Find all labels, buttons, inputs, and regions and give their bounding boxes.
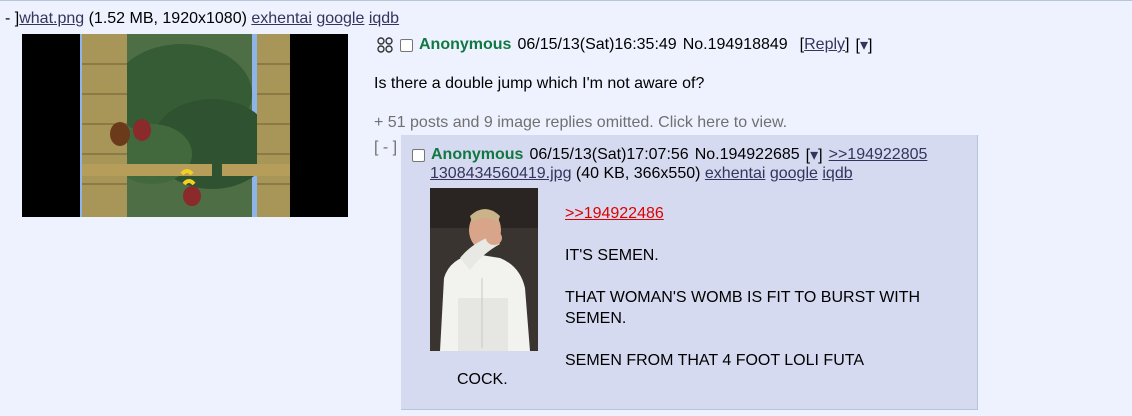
op-iqdb-link[interactable]: iqdb: [369, 10, 399, 27]
reply-select-checkbox[interactable]: [412, 148, 425, 162]
op-file-link[interactable]: what.png: [19, 10, 84, 27]
op-google-link[interactable]: google: [316, 10, 364, 27]
op-file-prefix: - ]: [5, 10, 20, 27]
reply-line-2: THAT WOMAN'S WOMB IS FIT TO BURST WITH S…: [565, 289, 921, 327]
op-poster-name: Anonymous: [419, 36, 512, 53]
reply-file-info: 1308434560419.jpg (40 KB, 366x550) exhen…: [430, 165, 853, 183]
op-post-header: Anonymous 06/15/13(Sat)16:35:49 No.19491…: [376, 35, 872, 55]
reply-post-number[interactable]: No.194922685: [695, 146, 800, 164]
reply-poster-name: Anonymous: [431, 146, 524, 163]
reply-quotelink[interactable]: >>194922486: [565, 205, 664, 222]
op-select-checkbox[interactable]: [400, 38, 413, 52]
reply-post-header: Anonymous 06/15/13(Sat)17:07:56 No.19492…: [412, 145, 927, 165]
reply-google-link[interactable]: google: [770, 165, 818, 182]
reply-thumbnail-image[interactable]: [430, 188, 538, 351]
thread-icon: [377, 37, 393, 53]
reply-iqdb-link[interactable]: iqdb: [822, 165, 852, 182]
op-file-info: - ]what.png (1.52 MB, 1920x1080) exhenta…: [5, 10, 399, 28]
op-thumbnail-image[interactable]: [22, 34, 348, 217]
op-post-number[interactable]: No.194918849: [683, 36, 788, 54]
op-message: Is there a double jump which I'm not awa…: [374, 75, 705, 92]
op-reply-bracket: [Reply]: [799, 36, 850, 53]
reply-menu-bracket[interactable]: [▾]: [806, 145, 823, 165]
reply-menu-arrow-icon[interactable]: ▾: [810, 147, 818, 164]
reply-post: Anonymous 06/15/13(Sat)17:07:56 No.19492…: [401, 135, 978, 410]
op-menu-arrow-icon[interactable]: ▾: [860, 37, 868, 54]
reply-line-tail: COCK.: [457, 371, 508, 388]
reply-message: >>194922486 IT'S SEMEN. THAT WOMAN'S WOM…: [565, 203, 945, 392]
op-file-meta: (1.52 MB, 1920x1080): [84, 10, 252, 27]
reply-exhentai-link[interactable]: exhentai: [705, 165, 766, 182]
reply-line-3: SEMEN FROM THAT 4 FOOT LOLI FUTA: [565, 352, 864, 369]
reply-collapse-toggle[interactable]: [ - ]: [374, 139, 397, 157]
reply-file-meta: (40 KB, 366x550): [571, 165, 705, 182]
op-datetime: 06/15/13(Sat)16:35:49: [517, 36, 677, 53]
game-screenshot-graphic: [22, 34, 348, 217]
op-reply-link[interactable]: Reply: [804, 36, 845, 53]
chef-photo-graphic: [430, 188, 538, 351]
reply-datetime: 06/15/13(Sat)17:07:56: [529, 146, 689, 163]
omitted-posts-notice[interactable]: + 51 posts and 9 image replies omitted. …: [374, 114, 787, 132]
top-border: [0, 0, 1132, 1]
reply-file-link[interactable]: 1308434560419.jpg: [430, 165, 571, 182]
op-menu-bracket[interactable]: [▾]: [855, 35, 872, 55]
op-exhentai-link[interactable]: exhentai: [251, 10, 312, 27]
reply-backlink[interactable]: >>194922805: [829, 146, 928, 164]
reply-line-1: IT'S SEMEN.: [565, 247, 659, 264]
